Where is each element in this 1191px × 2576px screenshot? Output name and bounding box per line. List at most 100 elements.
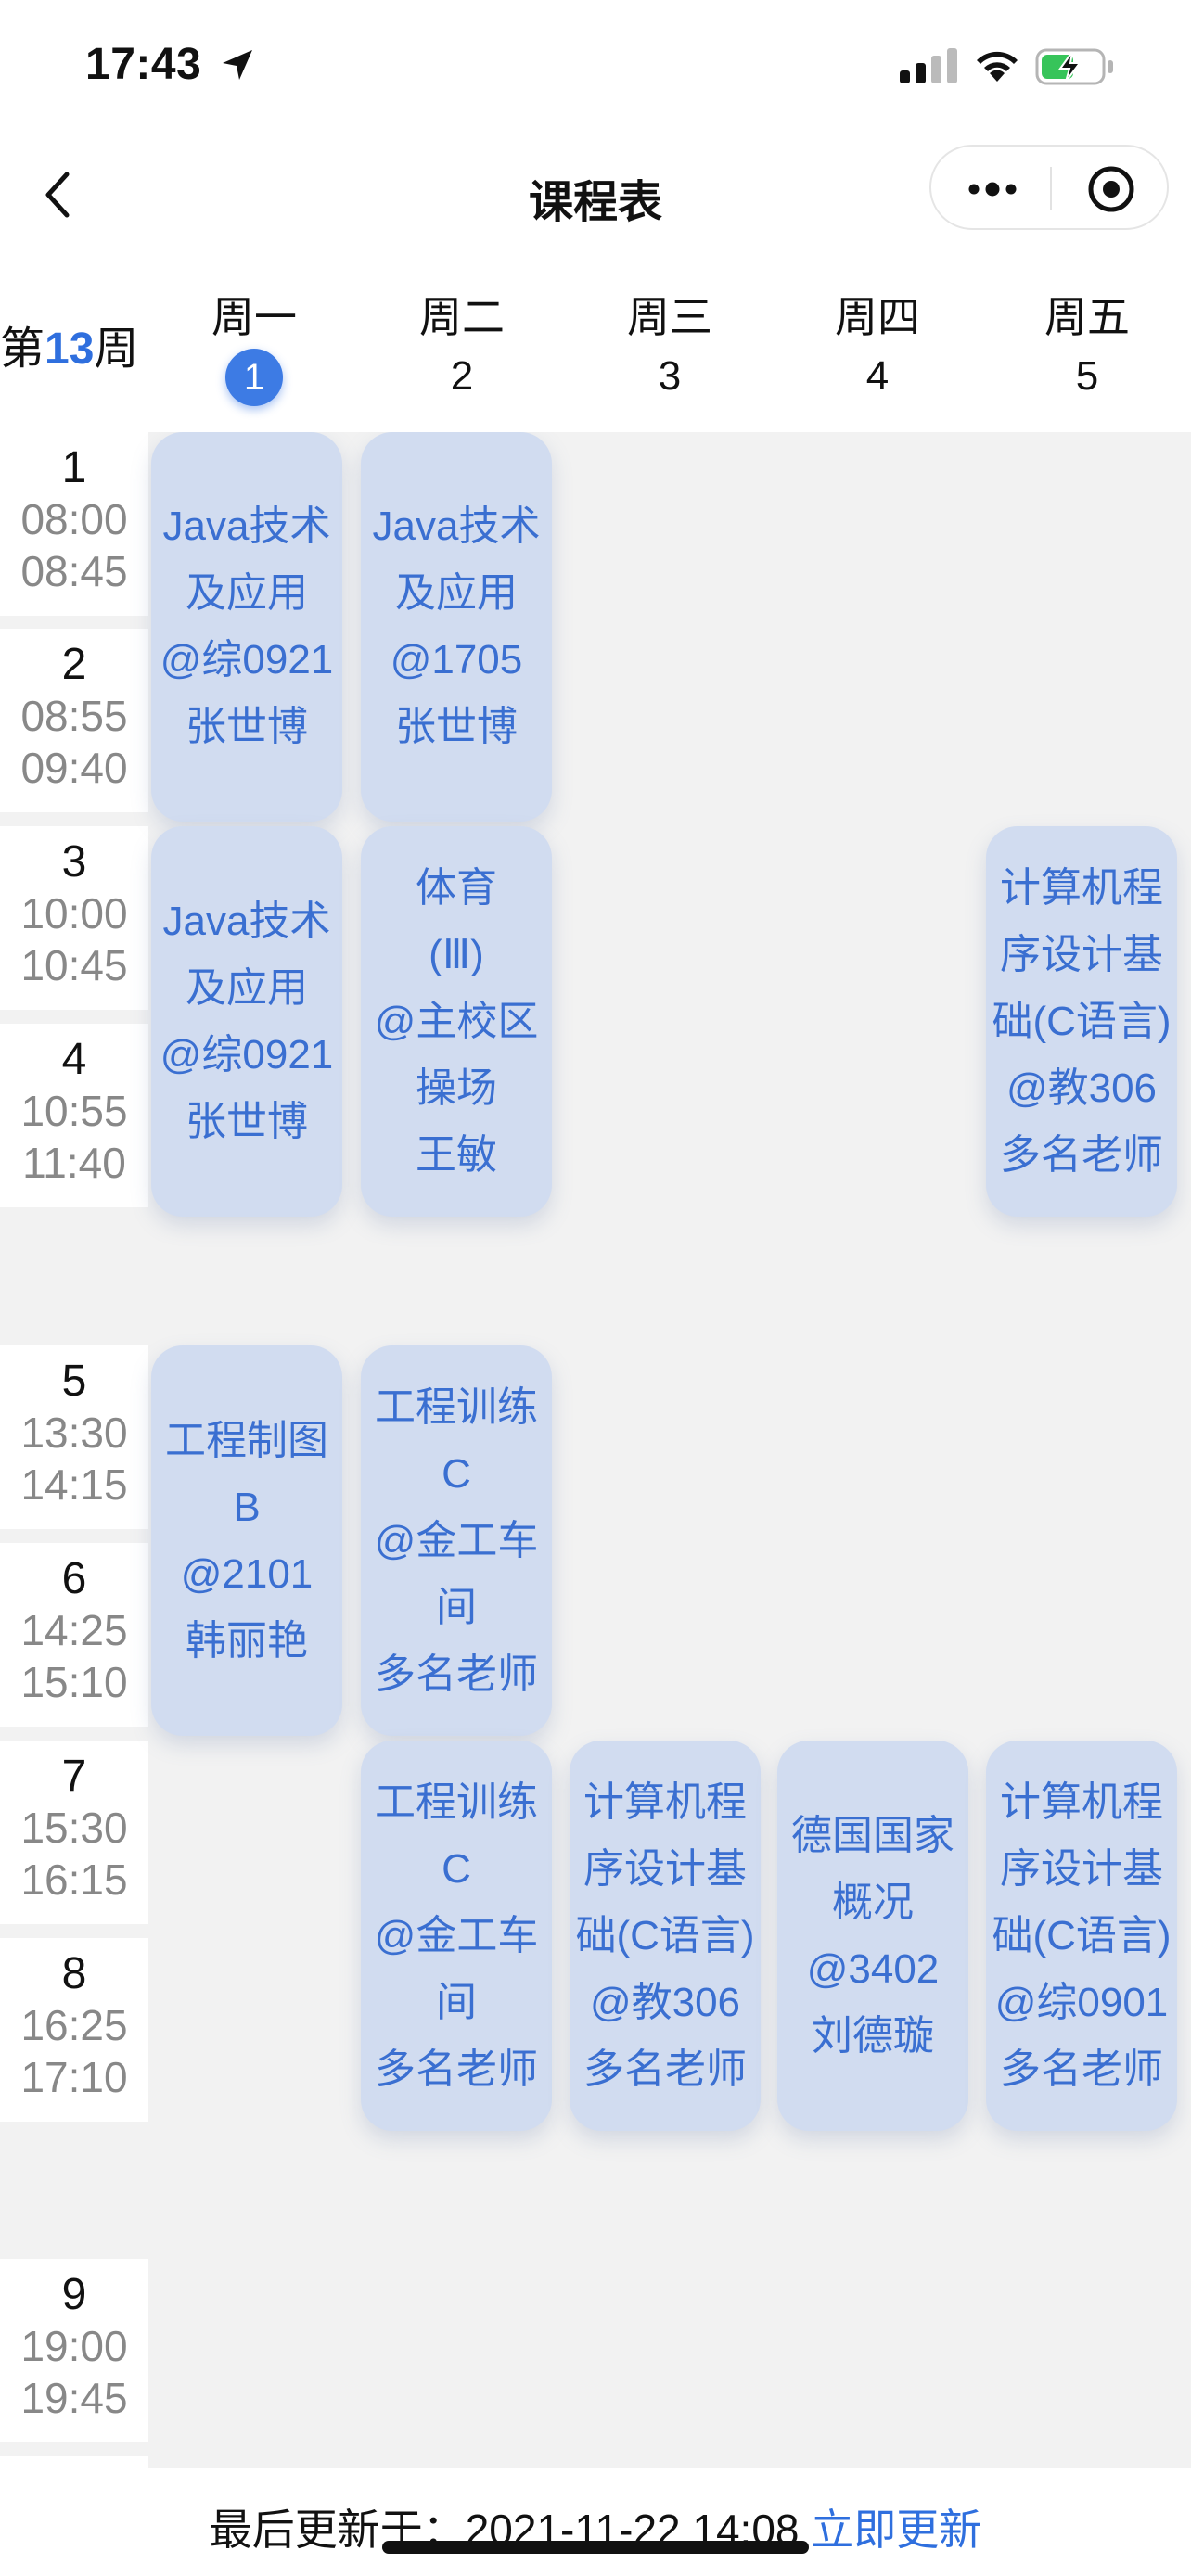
cellular-signal-icon bbox=[900, 48, 957, 83]
course-line: 多名老师 bbox=[374, 2046, 538, 2092]
period-cell: 8 16:25 17:10 bbox=[0, 1938, 148, 2122]
course-card[interactable]: 体育 (Ⅲ) @主校区 操场 王敏 bbox=[361, 826, 552, 1217]
course-text: 体育 (Ⅲ) @主校区 操场 王敏 bbox=[371, 855, 543, 1189]
day-column-header[interactable]: 周一 1 bbox=[161, 284, 347, 406]
period-cell: 6 14:25 15:10 bbox=[0, 1543, 148, 1727]
period-start-time: 15:30 bbox=[20, 1804, 128, 1852]
course-line: @主校区 bbox=[374, 998, 539, 1044]
course-line: @教306 bbox=[589, 1979, 741, 2025]
day-column-header[interactable]: 周五 5 bbox=[994, 284, 1180, 404]
period-end-time: 17:10 bbox=[20, 2053, 128, 2101]
course-card[interactable]: 工程训练 C @金工车间多名老师 bbox=[361, 1741, 552, 2131]
course-text: 工程训练 C @金工车间多名老师 bbox=[371, 1374, 543, 1708]
timetable-grid: 1 08:00 08:45 2 08:55 09:40 3 10:00 10:45 4 10:55 1… bbox=[0, 432, 1191, 2468]
week-suffix: 周 bbox=[94, 325, 139, 374]
course-card[interactable]: 计算机程 序设计基 础(C语言) @综0901 多名老师 bbox=[986, 1741, 1177, 2131]
course-text: Java技术 及应用 @1705 张世博 bbox=[369, 493, 544, 760]
capsule-divider bbox=[1050, 167, 1052, 210]
course-line: 础(C语言) bbox=[992, 998, 1172, 1044]
course-line: 德国国家 bbox=[791, 1812, 954, 1858]
course-line: @1705 bbox=[390, 637, 523, 682]
course-card[interactable]: 计算机程 序设计基 础(C语言) @教306 多名老师 bbox=[986, 826, 1177, 1217]
course-card[interactable]: Java技术 及应用 @综0921 张世博 bbox=[151, 432, 342, 822]
course-line: Java技术 bbox=[162, 898, 331, 944]
period-end-time: 08:45 bbox=[20, 547, 128, 595]
course-line: 计算机程 bbox=[583, 1779, 747, 1825]
period-end-time: 10:45 bbox=[20, 941, 128, 989]
course-card[interactable]: 工程训练 C @金工车间多名老师 bbox=[361, 1345, 552, 1736]
course-text: 工程制图 B @2101 韩丽艳 bbox=[161, 1408, 332, 1675]
period-start-time: 19:00 bbox=[20, 2322, 128, 2370]
course-line: 序设计基 bbox=[1000, 1845, 1163, 1892]
course-line: 工程制图 bbox=[165, 1417, 328, 1463]
course-card[interactable]: 工程制图 B @2101 韩丽艳 bbox=[151, 1345, 342, 1736]
week-number: 13 bbox=[45, 325, 95, 374]
period-cell: 9 19:00 19:45 bbox=[0, 2259, 148, 2442]
today-date-badge: 1 bbox=[225, 349, 283, 406]
course-line: 王敏 bbox=[415, 1131, 497, 1178]
home-indicator bbox=[382, 2541, 809, 2554]
update-now-link[interactable]: 立即更新 bbox=[811, 2506, 981, 2554]
course-line: 础(C语言) bbox=[575, 1912, 755, 1958]
course-line: 间 bbox=[435, 1584, 477, 1630]
course-line: Java技术 bbox=[162, 504, 331, 549]
course-line: 张世博 bbox=[186, 1098, 308, 1144]
period-start-time: 16:25 bbox=[20, 2001, 128, 2049]
day-column-header[interactable]: 周二 2 bbox=[369, 284, 555, 404]
day-date: 3 bbox=[658, 353, 682, 399]
course-line: 工程训练 bbox=[374, 1384, 538, 1430]
period-cell: 3 10:00 10:45 bbox=[0, 826, 148, 1010]
course-line: 刘德璇 bbox=[812, 2012, 934, 2059]
course-line: 多名老师 bbox=[1000, 1131, 1163, 1178]
period-cell: 2 08:55 09:40 bbox=[0, 629, 148, 812]
close-miniprogram-icon[interactable] bbox=[1085, 163, 1137, 215]
period-number: 5 bbox=[61, 1357, 87, 1406]
course-card[interactable]: Java技术 及应用 @1705 张世博 bbox=[361, 432, 552, 822]
course-line: 多名老师 bbox=[583, 2046, 747, 2092]
wifi-icon bbox=[977, 51, 1018, 82]
period-end-time: 14:15 bbox=[20, 1460, 128, 1509]
day-date: 4 bbox=[865, 353, 890, 399]
course-line: 及应用 bbox=[186, 964, 308, 1011]
day-name: 周三 bbox=[627, 293, 712, 341]
course-card[interactable]: 德国国家概况 @3402 刘德璇 bbox=[777, 1741, 968, 2131]
course-line: @金工车 bbox=[374, 1912, 539, 1958]
period-number: 2 bbox=[61, 640, 87, 689]
course-line: 张世博 bbox=[186, 704, 308, 749]
day-column-header[interactable]: 周三 3 bbox=[577, 284, 762, 404]
course-line: 体育 bbox=[415, 864, 497, 911]
period-number: 1 bbox=[61, 443, 87, 492]
status-time: 17:43 bbox=[85, 40, 202, 89]
period-cell: 7 15:30 16:15 bbox=[0, 1741, 148, 1924]
course-text: 计算机程 序设计基 础(C语言) @综0901 多名老师 bbox=[988, 1769, 1174, 2103]
day-column-header[interactable]: 周四 4 bbox=[785, 284, 970, 404]
period-start-time: 13:30 bbox=[20, 1409, 128, 1457]
course-card[interactable]: 计算机程 序设计基 础(C语言) @教306 多名老师 bbox=[570, 1741, 761, 2131]
period-number: 9 bbox=[61, 2270, 87, 2319]
course-line: @教306 bbox=[1005, 1065, 1158, 1111]
period-number: 6 bbox=[61, 1554, 87, 1603]
day-name: 周五 bbox=[1044, 293, 1130, 341]
course-line: 计算机程 bbox=[1000, 1779, 1163, 1825]
week-selector[interactable]: 第13周 bbox=[0, 312, 150, 376]
nav-bar: 课程表 bbox=[0, 130, 1191, 256]
period-end-time: 19:45 bbox=[20, 2374, 128, 2422]
course-line: @综0901 bbox=[994, 1979, 1169, 2025]
period-cell: 5 13:30 14:15 bbox=[0, 1345, 148, 1529]
battery-charging-icon bbox=[1035, 48, 1113, 85]
course-line: 多名老师 bbox=[1000, 2046, 1163, 2092]
period-start-time: 08:00 bbox=[20, 495, 128, 543]
course-line: (Ⅲ) bbox=[429, 931, 484, 977]
course-line: 及应用 bbox=[394, 570, 518, 616]
course-text: 德国国家概况 @3402 刘德璇 bbox=[788, 1803, 958, 2070]
course-card[interactable]: Java技术 及应用 @综0921 张世博 bbox=[151, 826, 342, 1217]
period-number: 8 bbox=[61, 1949, 87, 1998]
course-line: 概况 bbox=[832, 1879, 914, 1925]
location-arrow-icon bbox=[223, 50, 252, 80]
course-line: @3402 bbox=[806, 1945, 940, 1992]
course-line: C bbox=[442, 1450, 471, 1497]
period-cell: 1 08:00 08:45 bbox=[0, 432, 148, 616]
week-prefix: 第 bbox=[0, 325, 45, 374]
more-dots-icon[interactable] bbox=[965, 172, 1020, 206]
period-cell: 10 bbox=[0, 2456, 148, 2468]
